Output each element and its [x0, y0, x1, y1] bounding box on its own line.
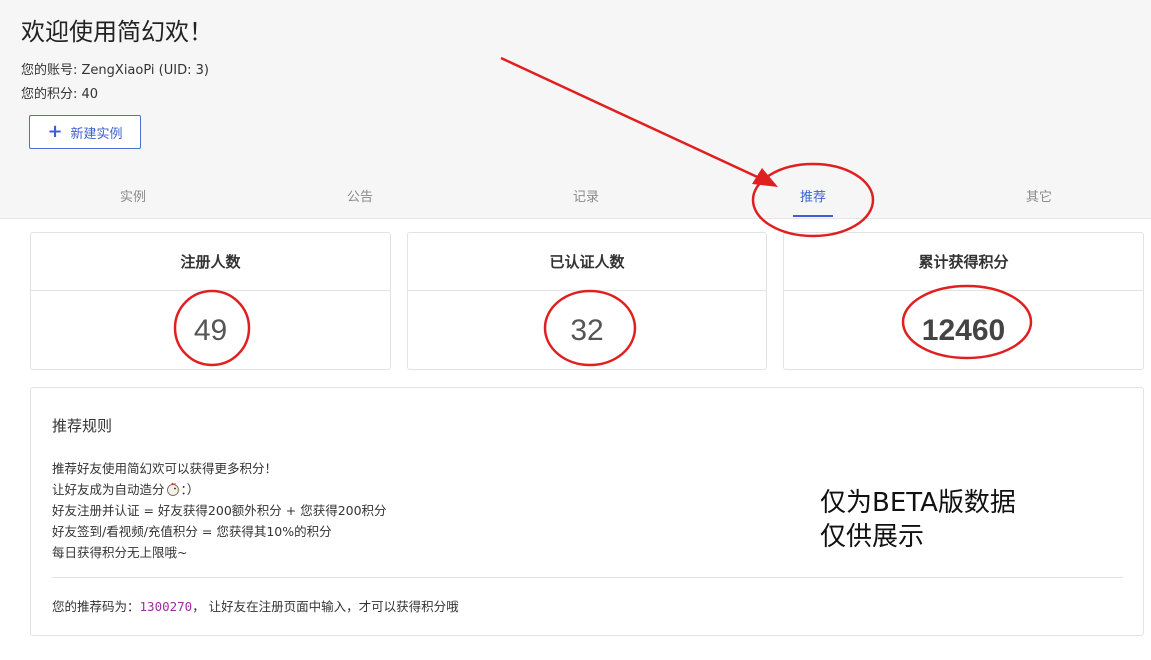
rule-line: 让好友成为自动造分 ：）: [52, 479, 199, 498]
referral-prefix: 您的推荐码为：: [52, 599, 140, 614]
beta-annotation-line2: 仅供展示: [820, 522, 925, 552]
stat-label: 累计获得积分: [784, 233, 1143, 291]
stat-value: 49: [193, 314, 228, 347]
referral-code-line: 您的推荐码为：1300270， 让好友在注册页面中输入，才可以获得积分哦: [52, 596, 459, 615]
header-area: 欢迎使用简幻欢！ 您的账号: ZengXiaoPi (UID: 3) 您的积分:…: [0, 0, 1151, 219]
tab-instances[interactable]: 实例: [120, 186, 146, 205]
new-instance-label: 新建实例: [70, 126, 123, 142]
stat-card-registered: 注册人数 49: [30, 232, 391, 370]
stat-card-total-points: 累计获得积分 12460: [783, 232, 1144, 370]
rule-line: 每日获得积分无上限哦~: [52, 545, 188, 560]
page-title: 欢迎使用简幻欢！: [21, 18, 213, 46]
stat-value: 12460: [921, 314, 1006, 347]
account-line: 您的账号: ZengXiaoPi (UID: 3): [21, 63, 209, 78]
tab-announcements[interactable]: 公告: [347, 186, 373, 205]
beta-annotation-line1: 仅为BETA版数据: [820, 488, 1016, 518]
active-tab-indicator: [793, 215, 833, 217]
stat-label: 已认证人数: [408, 233, 766, 291]
chicken-icon: [165, 482, 181, 496]
rule-line-suffix: ：）: [180, 482, 200, 497]
divider: [52, 577, 1123, 578]
rule-line: 好友签到/看视频/充值积分 = 您获得其10%的积分: [52, 524, 332, 539]
rule-line-text: 让好友成为自动造分: [52, 482, 165, 497]
tab-records[interactable]: 记录: [573, 186, 599, 205]
rule-line: 好友注册并认证 = 好友获得200额外积分 + 您获得200积分: [52, 503, 387, 518]
rule-line: 推荐好友使用简幻欢可以获得更多积分！: [52, 461, 278, 476]
stat-label: 注册人数: [31, 233, 390, 291]
tab-other[interactable]: 其它: [1026, 186, 1052, 205]
points-line: 您的积分: 40: [21, 87, 99, 102]
plus-icon: +: [47, 121, 63, 142]
new-instance-button[interactable]: + 新建实例: [29, 115, 141, 149]
referral-code[interactable]: 1300270: [140, 599, 193, 614]
referral-suffix: ， 让好友在注册页面中输入，才可以获得积分哦: [192, 599, 459, 614]
stat-value: 32: [570, 314, 604, 347]
tab-referral[interactable]: 推荐: [800, 186, 826, 205]
stat-card-verified: 已认证人数 32: [407, 232, 767, 370]
rules-title: 推荐规则: [52, 417, 113, 435]
beta-annotation: 仅为BETA版数据 仅供展示: [820, 486, 1016, 554]
